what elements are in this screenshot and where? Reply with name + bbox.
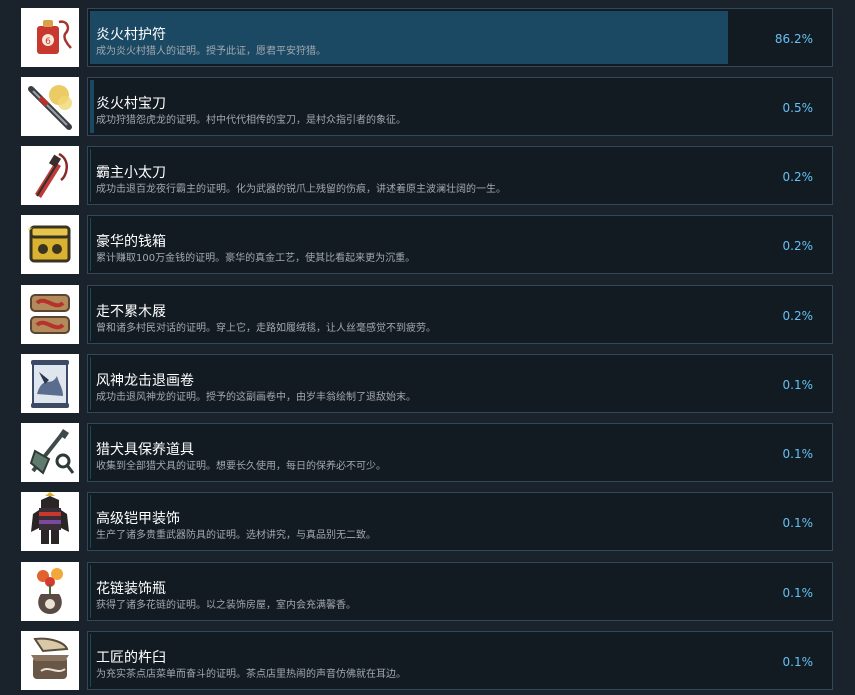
achievement-icon-frame — [21, 562, 79, 621]
progress-fill — [90, 288, 91, 341]
achievement-panel: 豪华的钱箱 累计赚取100万金钱的证明。豪华的真金工艺，使其比看起来更为沉重。 … — [87, 215, 833, 274]
achievement-icon-frame: 6 — [21, 8, 79, 67]
achievement-description: 收集到全部猎犬具的证明。想要长久使用，每日的保养必不可少。 — [96, 461, 386, 472]
achievement-panel: 猎犬具保养道具 收集到全部猎犬具的证明。想要长久使用，每日的保养必不可少。 0.… — [87, 423, 833, 482]
achievement-title: 工匠的杵臼 — [96, 650, 166, 666]
achievement-title: 走不累木屐 — [96, 304, 166, 320]
achievement-description: 累计赚取100万金钱的证明。豪华的真金工艺，使其比看起来更为沉重。 — [96, 253, 416, 264]
achievement-row[interactable]: 猎犬具保养道具 收集到全部猎犬具的证明。想要长久使用，每日的保养必不可少。 0.… — [21, 423, 833, 482]
achievement-panel: 花链装饰瓶 获得了诸多花链的证明。以之装饰房屋，室内会充满馨香。 0.1% — [87, 562, 833, 621]
progress-fill — [90, 149, 91, 202]
achievement-title: 猎犬具保养道具 — [96, 442, 194, 458]
achievement-title: 风神龙击退画卷 — [96, 373, 194, 389]
achievement-panel: 炎火村宝刀 成功狩猎怨虎龙的证明。村中代代相传的宝刀，是村众指引者的象征。 0.… — [87, 77, 833, 136]
achievement-icon-frame — [21, 146, 79, 205]
achievement-title: 炎火村宝刀 — [96, 96, 166, 112]
wooden-geta-icon — [30, 294, 70, 334]
achievement-description: 成功狩猎怨虎龙的证明。村中代代相传的宝刀，是村众指引者的象征。 — [96, 115, 406, 126]
achievement-list: 6 炎火村护符 成为炎火村猎人的证明。授予此证，愿君平安狩猎。 86.2% 炎火… — [0, 0, 855, 695]
progress-fill — [90, 495, 91, 548]
mortar-pestle-icon — [31, 637, 69, 679]
unlock-percentage: 0.5% — [782, 101, 814, 115]
achievement-row[interactable]: 花链装饰瓶 获得了诸多花链的证明。以之装饰房屋，室内会充满馨香。 0.1% — [21, 562, 833, 621]
unlock-percentage: 0.1% — [782, 447, 814, 461]
achievement-row[interactable]: 走不累木屐 曾和诸多村民对话的证明。穿上它，走路如履绒毯，让人丝毫感觉不到疲劳。… — [21, 285, 833, 344]
svg-text:6: 6 — [45, 37, 51, 47]
achievement-panel: 风神龙击退画卷 成功击退风神龙的证明。授予的这副画卷中，由岁丰翁绘制了退敌始末。… — [87, 354, 833, 413]
achievement-panel: 炎火村护符 成为炎火村猎人的证明。授予此证，愿君平安狩猎。 86.2% — [87, 8, 833, 67]
progress-fill — [90, 357, 91, 410]
achievement-icon-frame — [21, 285, 79, 344]
progress-fill — [90, 565, 91, 618]
achievement-row[interactable]: 工匠的杵臼 为充实茶点店菜单而奋斗的证明。茶点店里热闹的声音仿佛就在耳边。 0.… — [21, 631, 833, 690]
achievement-row[interactable]: 豪华的钱箱 累计赚取100万金钱的证明。豪华的真金工艺，使其比看起来更为沉重。 … — [21, 215, 833, 274]
achievement-description: 曾和诸多村民对话的证明。穿上它，走路如履绒毯，让人丝毫感觉不到疲劳。 — [96, 323, 436, 334]
red-charm-amulet-icon: 6 — [37, 20, 72, 54]
unlock-percentage: 0.2% — [782, 170, 814, 184]
achievement-row[interactable]: 高级铠甲装饰 生产了诸多贵重武器防具的证明。选材讲究，与真品别无二致。 0.1% — [21, 492, 833, 551]
unlock-percentage: 0.1% — [782, 586, 814, 600]
unlock-percentage: 0.2% — [782, 309, 814, 323]
treasured-katana-icon — [28, 85, 72, 130]
unlock-percentage: 0.2% — [782, 239, 814, 253]
progress-fill — [90, 634, 91, 687]
achievement-description: 获得了诸多花链的证明。以之装饰房屋，室内会充满馨香。 — [96, 600, 356, 611]
progress-fill — [90, 218, 91, 271]
maintenance-tools-icon — [29, 429, 75, 475]
achievement-icon-frame — [21, 492, 79, 551]
achievement-title: 炎火村护符 — [96, 27, 166, 43]
achievement-icon-frame — [21, 354, 79, 413]
achievement-panel: 霸主小太刀 成功击退百龙夜行霸主的证明。化为武器的锐爪上残留的伤痕，讲述着原主波… — [87, 146, 833, 205]
unlock-percentage: 0.1% — [782, 378, 814, 392]
achievement-panel: 工匠的杵臼 为充实茶点店菜单而奋斗的证明。茶点店里热闹的声音仿佛就在耳边。 0.… — [87, 631, 833, 690]
painted-scroll-icon — [31, 360, 69, 408]
progress-fill — [90, 426, 91, 479]
achievement-row[interactable]: 风神龙击退画卷 成功击退风神龙的证明。授予的这副画卷中，由岁丰翁绘制了退敌始末。… — [21, 354, 833, 413]
progress-fill — [90, 80, 94, 133]
achievement-description: 为充实茶点店菜单而奋斗的证明。茶点店里热闹的声音仿佛就在耳边。 — [96, 669, 406, 680]
achievement-icon-frame — [21, 215, 79, 274]
achievement-icon-frame — [21, 423, 79, 482]
achievement-row[interactable]: 霸主小太刀 成功击退百龙夜行霸主的证明。化为武器的锐爪上残留的伤痕，讲述着原主波… — [21, 146, 833, 205]
unlock-percentage: 0.1% — [782, 655, 814, 669]
achievement-icon-frame — [21, 77, 79, 136]
achievement-panel: 走不累木屐 曾和诸多村民对话的证明。穿上它，走路如履绒毯，让人丝毫感觉不到疲劳。… — [87, 285, 833, 344]
achievement-row[interactable]: 炎火村宝刀 成功狩猎怨虎龙的证明。村中代代相传的宝刀，是村众指引者的象征。 0.… — [21, 77, 833, 136]
achievement-description: 生产了诸多贵重武器防具的证明。选材讲究，与真品别无二致。 — [96, 530, 376, 541]
kodachi-blade-icon — [35, 152, 68, 198]
achievement-row[interactable]: 6 炎火村护符 成为炎火村猎人的证明。授予此证，愿君平安狩猎。 86.2% — [21, 8, 833, 67]
unlock-percentage: 86.2% — [774, 32, 813, 46]
samurai-armor-icon — [31, 492, 69, 544]
achievement-icon-frame — [21, 631, 79, 690]
achievement-description: 成为炎火村猎人的证明。授予此证，愿君平安狩猎。 — [96, 46, 326, 57]
achievement-title: 高级铠甲装饰 — [96, 511, 180, 527]
money-box-icon — [27, 225, 71, 263]
achievement-title: 花链装饰瓶 — [96, 581, 166, 597]
unlock-percentage: 0.1% — [782, 516, 814, 530]
achievement-description: 成功击退风神龙的证明。授予的这副画卷中，由岁丰翁绘制了退敌始末。 — [96, 392, 416, 403]
flower-vase-icon — [37, 568, 63, 614]
achievement-title: 霸主小太刀 — [96, 165, 166, 181]
achievement-title: 豪华的钱箱 — [96, 234, 166, 250]
achievement-description: 成功击退百龙夜行霸主的证明。化为武器的锐爪上残留的伤痕，讲述着原主波澜壮阔的一生… — [96, 184, 506, 195]
achievement-panel: 高级铠甲装饰 生产了诸多贵重武器防具的证明。选材讲究，与真品别无二致。 0.1% — [87, 492, 833, 551]
